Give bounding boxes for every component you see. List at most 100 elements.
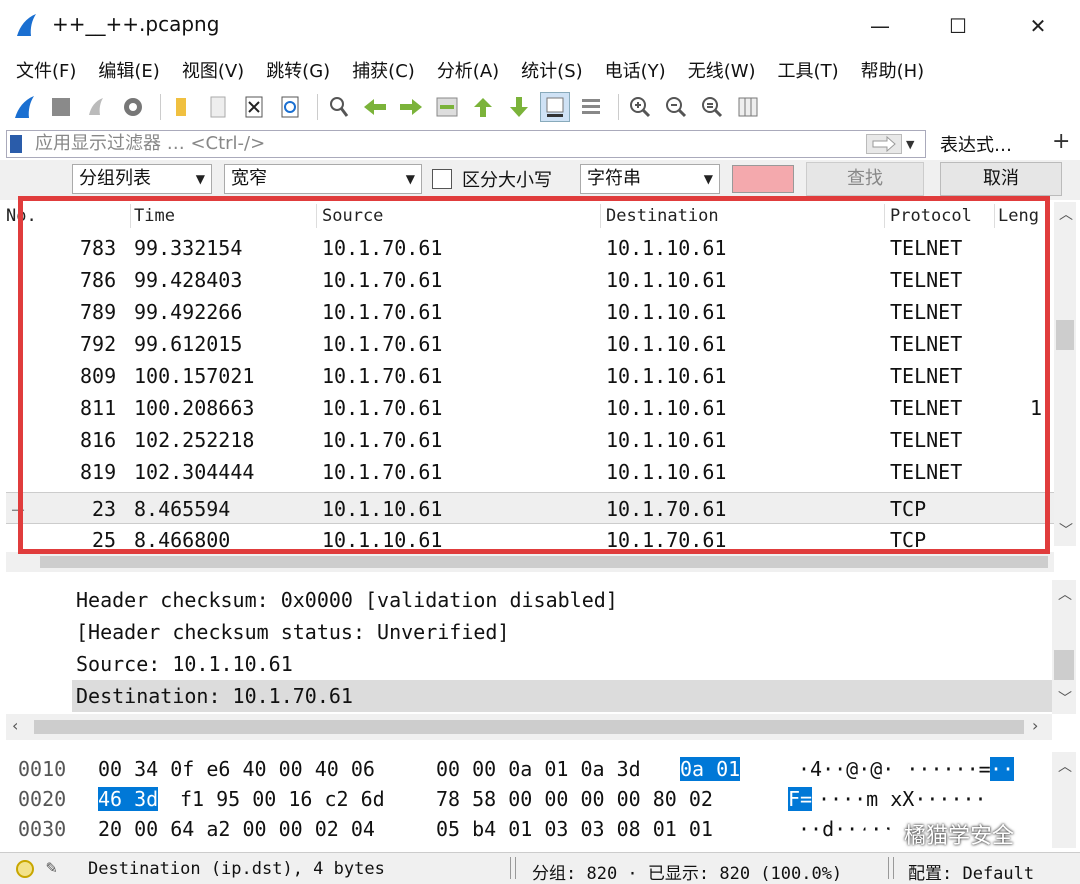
menu-view[interactable]: 视图(V) — [174, 57, 252, 83]
bytes-vertical-scrollbar[interactable]: ︿ — [1052, 752, 1076, 848]
menu-help[interactable]: 帮助(H) — [853, 57, 933, 83]
detail-text: [Header checksum status: Unverified] — [76, 620, 510, 644]
packet-no: 789 — [80, 300, 117, 324]
search-input[interactable] — [732, 165, 794, 193]
menu-file[interactable]: 文件(F) — [8, 57, 84, 83]
status-profile[interactable]: 配置: Default — [908, 859, 1034, 884]
details-vertical-scrollbar[interactable]: ︿ ﹀ — [1052, 580, 1076, 714]
details-scroll-thumb[interactable] — [1054, 650, 1074, 680]
filter-history-chevron-down-icon[interactable]: ▼ — [906, 138, 914, 151]
menu-statistics[interactable]: 统计(S) — [513, 57, 590, 83]
packet-destination: 10.1.10.61 — [606, 364, 727, 388]
column-header-protocol[interactable]: Protocol — [890, 206, 972, 226]
scroll-up-chevron-icon[interactable]: ︿ — [1059, 204, 1073, 224]
column-header-destination[interactable]: Destination — [606, 206, 719, 226]
column-header-source[interactable]: Source — [322, 206, 383, 226]
packet-row[interactable]: 811 100.208663 10.1.70.61 10.1.10.61 TEL… — [6, 392, 1054, 424]
bytes-ascii-highlighted: F= — [788, 787, 813, 811]
packet-no: 786 — [80, 268, 117, 292]
find-button[interactable]: 查找 — [806, 162, 924, 196]
display-filter-input[interactable]: 应用显示过滤器 … <Ctrl-/> — [6, 130, 926, 158]
packet-row[interactable]: 792 99.612015 10.1.70.61 10.1.10.61 TELN… — [6, 328, 1054, 360]
packet-row[interactable]: 789 99.492266 10.1.70.61 10.1.10.61 TELN… — [6, 296, 1054, 328]
add-filter-button[interactable]: + — [1052, 129, 1070, 154]
bytes-ascii-highlighted: ·· — [990, 757, 1015, 781]
menu-telephony[interactable]: 电话(Y) — [597, 57, 674, 83]
first-packet-icon[interactable] — [468, 92, 498, 122]
expert-info-icon[interactable] — [16, 860, 34, 878]
detail-row-selected[interactable]: Destination: 10.1.70.61 — [72, 680, 1052, 712]
bytes-hex: 00 34 0f e6 40 00 40 06 — [98, 757, 375, 781]
scroll-left-chevron-icon[interactable]: ‹ — [12, 716, 18, 735]
column-header-length[interactable]: Leng — [998, 206, 1039, 226]
packet-row[interactable]: 819 102.304444 10.1.70.61 10.1.10.61 TEL… — [6, 456, 1054, 488]
filter-bookmark-icon[interactable] — [10, 135, 22, 153]
autoscroll-icon[interactable] — [540, 92, 570, 122]
back-arrow-icon[interactable] — [360, 92, 390, 122]
close-button[interactable]: ✕ — [1018, 10, 1058, 42]
packet-list-vertical-scrollbar[interactable]: ︿ ﹀ — [1054, 202, 1076, 546]
goto-packet-icon[interactable] — [432, 92, 462, 122]
packet-list-hscroll-thumb[interactable] — [40, 556, 1048, 568]
bytes-row[interactable]: 0010 00 34 0f e6 40 00 40 06 00 00 0a 01… — [6, 754, 1052, 784]
case-sensitive-label: 区分大小写 — [462, 170, 552, 191]
restart-icon[interactable] — [82, 92, 112, 122]
close-file-icon[interactable] — [239, 92, 269, 122]
search-type-select[interactable]: 字符串 ▼ — [580, 164, 720, 194]
search-scope-select[interactable]: 分组列表 ▼ — [72, 164, 212, 194]
menu-tools[interactable]: 工具(T) — [770, 57, 847, 83]
scroll-right-chevron-icon[interactable]: › — [1032, 716, 1038, 735]
column-header-time[interactable]: Time — [134, 206, 175, 226]
edit-comment-icon[interactable]: ✎ — [46, 857, 57, 878]
reload-icon[interactable] — [275, 92, 305, 122]
details-hscroll-thumb[interactable] — [34, 720, 1024, 734]
packet-list-scroll-thumb[interactable] — [1056, 320, 1074, 350]
cancel-button[interactable]: 取消 — [940, 162, 1062, 196]
packet-source: 10.1.70.61 — [322, 236, 443, 260]
search-charset-select[interactable]: 宽窄 ▼ — [224, 164, 422, 194]
expression-button[interactable]: 表达式… — [940, 131, 1012, 157]
scroll-down-chevron-icon[interactable]: ﹀ — [1058, 688, 1072, 708]
find-packet-icon[interactable] — [324, 92, 354, 122]
packet-list: No. Time Source Destination Protocol Len… — [6, 202, 1054, 574]
open-folder-icon[interactable] — [167, 92, 197, 122]
zoom-in-icon[interactable] — [625, 92, 655, 122]
stop-icon[interactable] — [46, 92, 76, 122]
file-icon[interactable] — [203, 92, 233, 122]
column-header-no[interactable]: No. — [6, 206, 37, 226]
bytes-ascii: ····m xX······ — [818, 787, 987, 811]
colorize-icon[interactable] — [576, 92, 606, 122]
menu-analyze[interactable]: 分析(A) — [429, 57, 507, 83]
scroll-down-chevron-icon[interactable]: ﹀ — [1059, 520, 1073, 540]
menu-wireless[interactable]: 无线(W) — [680, 57, 764, 83]
packet-row[interactable]: 809 100.157021 10.1.70.61 10.1.10.61 TEL… — [6, 360, 1054, 392]
packet-time: 99.492266 — [134, 300, 243, 324]
menu-edit[interactable]: 编辑(E) — [90, 57, 167, 83]
minimize-button[interactable]: — — [860, 10, 900, 42]
packet-row[interactable]: 816 102.252218 10.1.70.61 10.1.10.61 TEL… — [6, 424, 1054, 456]
resize-columns-icon[interactable] — [733, 92, 763, 122]
case-sensitive-checkbox[interactable] — [432, 169, 452, 189]
packet-destination: 10.1.10.61 — [606, 428, 727, 452]
packet-row[interactable]: 783 99.332154 10.1.70.61 10.1.10.61 TELN… — [6, 232, 1054, 264]
packet-source: 10.1.10.61 — [322, 497, 443, 521]
display-filter-bar: 应用显示过滤器 … <Ctrl-/> ▼ 表达式… + — [0, 128, 1080, 160]
menu-capture[interactable]: 捕获(C) — [344, 57, 423, 83]
zoom-reset-icon[interactable] — [697, 92, 727, 122]
zoom-out-icon[interactable] — [661, 92, 691, 122]
forward-arrow-icon[interactable] — [396, 92, 426, 122]
shark-fin-icon[interactable] — [10, 92, 40, 122]
bytes-row[interactable]: 0020 46 3d f1 95 00 16 c2 6d 78 58 00 00… — [6, 784, 1052, 814]
packet-row[interactable]: 786 99.428403 10.1.70.61 10.1.10.61 TELN… — [6, 264, 1054, 296]
scroll-up-chevron-icon[interactable]: ︿ — [1058, 756, 1072, 776]
scroll-up-chevron-icon[interactable]: ︿ — [1058, 584, 1072, 604]
detail-row[interactable]: Header checksum: 0x0000 [validation disa… — [6, 584, 1052, 616]
options-gear-icon[interactable] — [118, 92, 148, 122]
detail-row[interactable]: [Header checksum status: Unverified] — [6, 616, 1052, 648]
menu-go[interactable]: 跳转(G) — [258, 57, 338, 83]
packet-row-selected[interactable]: — 23 8.465594 10.1.10.61 10.1.70.61 TCP — [6, 492, 1054, 524]
apply-filter-arrow-icon[interactable] — [866, 134, 902, 154]
last-packet-icon[interactable] — [504, 92, 534, 122]
detail-row[interactable]: Source: 10.1.10.61 — [6, 648, 1052, 680]
maximize-button[interactable]: ☐ — [938, 10, 978, 42]
